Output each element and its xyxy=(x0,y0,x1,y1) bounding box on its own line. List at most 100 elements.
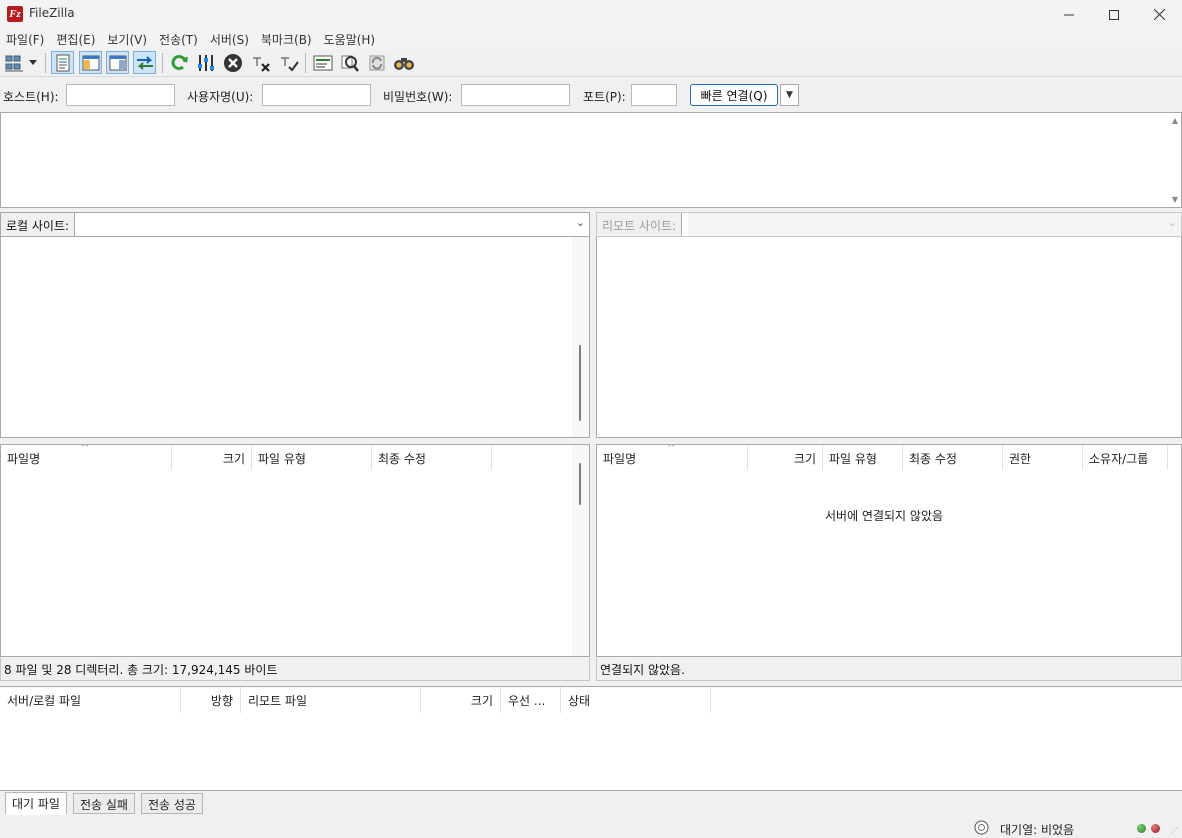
toggle-queue-button[interactable] xyxy=(133,51,156,74)
column-header-filetype[interactable]: 파일 유형 xyxy=(252,445,372,470)
toggle-remote-tree-button[interactable] xyxy=(106,51,129,74)
column-header-filename[interactable]: 파일명 ^ xyxy=(1,445,172,470)
resize-grip-icon[interactable]: ⋰ xyxy=(1170,826,1178,835)
cancel-button[interactable] xyxy=(221,51,244,74)
local-file-list-header: 파일명 ^ 크기 파일 유형 최종 수정 xyxy=(1,445,589,470)
scroll-down-icon[interactable]: ▼ xyxy=(1172,195,1178,204)
sync-browsing-button[interactable] xyxy=(365,51,388,74)
remote-site-label: 리모트 사이트: xyxy=(597,213,683,236)
queue-column-status[interactable]: 상태 xyxy=(561,687,711,713)
queue-column-remote-file[interactable]: 리모트 파일 xyxy=(241,687,421,713)
log-scrollbar[interactable]: ▲ ▼ xyxy=(1164,113,1181,207)
username-input[interactable] xyxy=(262,84,371,106)
not-connected-message: 서버에 연결되지 않았음 xyxy=(825,509,944,523)
column-label: 파일명 xyxy=(7,452,41,466)
sync-browsing-icon xyxy=(369,55,384,70)
tab-queued-files[interactable]: 대기 파일 xyxy=(5,792,67,815)
toggle-local-tree-button[interactable] xyxy=(79,51,102,74)
reconnect-icon xyxy=(280,56,299,72)
column-header-filename[interactable]: 파일명 ^ xyxy=(597,445,748,470)
scroll-thumb[interactable] xyxy=(579,345,581,421)
quickconnect-button[interactable]: 빠른 연결(Q) xyxy=(690,84,778,106)
refresh-button[interactable] xyxy=(167,51,190,74)
menu-edit[interactable]: 편집(E) xyxy=(52,29,103,49)
local-site-label: 로컬 사이트: xyxy=(1,213,76,236)
remote-directory-tree[interactable] xyxy=(596,237,1182,438)
chevron-down-icon[interactable]: ⌄ xyxy=(1168,216,1177,229)
local-file-list-scrollbar[interactable] xyxy=(572,445,589,656)
find-files-icon xyxy=(393,57,414,70)
local-file-list[interactable]: 파일명 ^ 크기 파일 유형 최종 수정 xyxy=(0,444,590,657)
tab-successful-transfers[interactable]: 전송 성공 xyxy=(141,793,203,814)
local-path-combobox[interactable]: ⌄ xyxy=(79,213,589,236)
column-header-size[interactable]: 크기 xyxy=(748,445,823,470)
queue-column-local-file[interactable]: 서버/로컬 파일 xyxy=(0,687,181,713)
column-header-modified[interactable]: 최종 수정 xyxy=(372,445,492,470)
toolbar-separator xyxy=(305,53,306,73)
toggle-log-icon xyxy=(56,54,69,71)
site-manager-icon xyxy=(4,55,23,71)
directory-listing-button[interactable] xyxy=(311,51,334,74)
queue-column-direction[interactable]: 방향 xyxy=(181,687,241,713)
upload-indicator-icon xyxy=(1137,824,1146,833)
directory-listing-icon xyxy=(313,55,332,70)
local-tree-scrollbar[interactable] xyxy=(572,237,589,437)
scroll-thumb[interactable] xyxy=(579,463,581,505)
menu-transfer[interactable]: 전송(T) xyxy=(155,29,206,49)
tab-failed-transfers[interactable]: 전송 실패 xyxy=(73,793,135,814)
menu-bookmarks[interactable]: 북마크(B) xyxy=(257,29,320,49)
minimize-icon xyxy=(1064,14,1074,15)
search-icon xyxy=(341,55,359,72)
port-input[interactable] xyxy=(631,84,677,106)
queue-tabs: 대기 파일 전송 실패 전송 성공 xyxy=(0,790,1182,816)
sort-ascending-icon: ^ xyxy=(667,445,676,454)
title-bar: Fz FileZilla xyxy=(0,0,1182,29)
maximize-button[interactable] xyxy=(1091,0,1137,29)
site-manager-dropdown[interactable] xyxy=(26,51,40,74)
filter-button[interactable] xyxy=(194,51,217,74)
toolbar-separator xyxy=(162,53,163,73)
sort-ascending-icon: ^ xyxy=(81,445,90,454)
menu-server[interactable]: 서버(S) xyxy=(206,29,257,49)
transfer-queue[interactable]: 서버/로컬 파일 방향 리모트 파일 크기 우선 ... 상태 xyxy=(0,686,1182,790)
message-log[interactable]: ▲ ▼ xyxy=(0,112,1182,208)
column-header-filetype[interactable]: 파일 유형 xyxy=(823,445,903,470)
host-input[interactable] xyxy=(66,84,175,106)
search-button[interactable] xyxy=(338,51,361,74)
refresh-icon xyxy=(171,54,188,70)
remote-file-list[interactable]: 파일명 ^ 크기 파일 유형 최종 수정 권한 소유자/그룹 서버에 연결되지 … xyxy=(596,444,1182,657)
column-header-owner[interactable]: 소유자/그룹 xyxy=(1083,445,1168,470)
reconnect-button[interactable] xyxy=(277,51,300,74)
cancel-icon xyxy=(223,53,242,72)
scroll-up-icon[interactable]: ▲ xyxy=(1172,116,1178,125)
column-header-size[interactable]: 크기 xyxy=(172,445,252,470)
remote-status-text: 연결되지 않았음. xyxy=(596,658,1182,681)
column-header-permissions[interactable]: 권한 xyxy=(1003,445,1083,470)
menu-view[interactable]: 보기(V) xyxy=(103,29,155,49)
menu-file[interactable]: 파일(F) xyxy=(2,29,52,49)
remote-path-combobox[interactable]: ⌄ xyxy=(688,213,1181,236)
queue-status-text: 대기열: 비었음 xyxy=(1000,823,1075,837)
disconnect-icon xyxy=(252,56,270,72)
local-directory-tree[interactable] xyxy=(0,237,590,438)
site-manager-button[interactable] xyxy=(3,51,26,74)
minimize-button[interactable] xyxy=(1046,0,1092,29)
queue-column-size[interactable]: 크기 xyxy=(421,687,501,713)
host-label: 호스트(H): xyxy=(3,90,59,104)
find-files-button[interactable] xyxy=(392,51,415,74)
remote-file-list-header: 파일명 ^ 크기 파일 유형 최종 수정 권한 소유자/그룹 xyxy=(597,445,1181,470)
column-header-modified[interactable]: 최종 수정 xyxy=(903,445,1003,470)
toolbar xyxy=(0,49,1182,77)
close-icon xyxy=(1153,9,1165,20)
close-button[interactable] xyxy=(1136,0,1182,29)
disconnect-button[interactable] xyxy=(249,51,272,74)
queue-column-priority[interactable]: 우선 ... xyxy=(501,687,561,713)
dropdown-icon xyxy=(29,59,37,65)
quickconnect-bar: 호스트(H): 사용자명(U): 비밀번호(W): 포트(P): xyxy=(0,78,1182,110)
menu-help[interactable]: 도움말(H) xyxy=(320,29,384,49)
password-input[interactable] xyxy=(461,84,570,106)
filter-icon xyxy=(197,54,214,71)
toggle-log-button[interactable] xyxy=(51,51,74,74)
quickconnect-history-dropdown[interactable]: ▼ xyxy=(780,84,799,106)
chevron-down-icon[interactable]: ⌄ xyxy=(576,216,585,229)
